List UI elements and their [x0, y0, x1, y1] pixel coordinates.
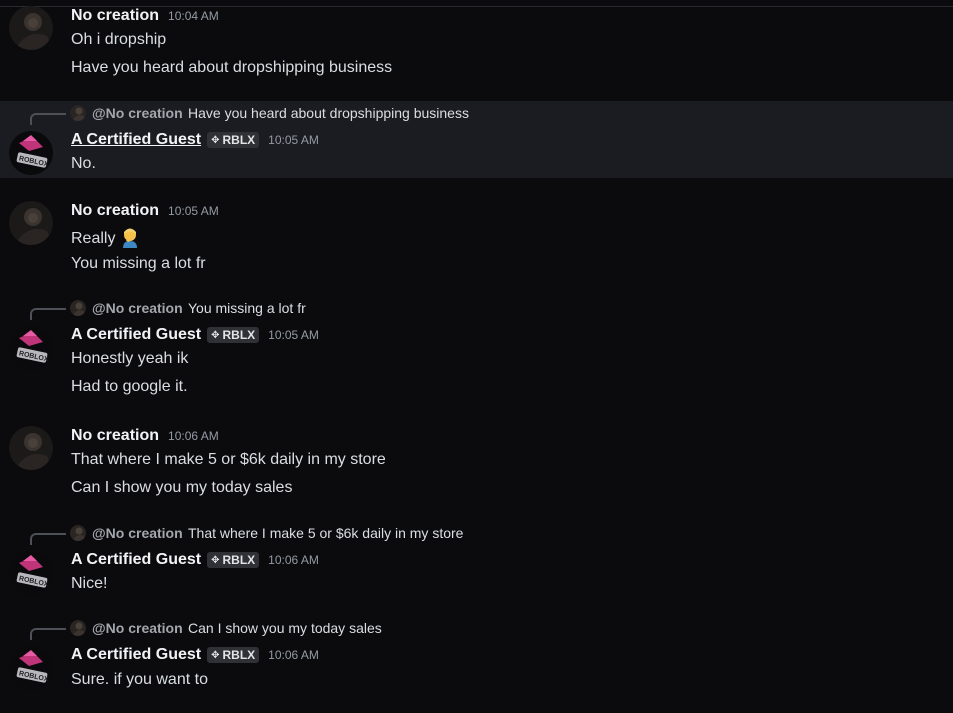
server-tag[interactable]: ✥ RBLX [207, 552, 260, 568]
message-0[interactable]: No creation 10:04 AM Oh i dropship Have … [0, 0, 953, 95]
sparkle-icon: ✥ [211, 329, 220, 341]
author-name[interactable]: A Certified Guest [71, 551, 201, 569]
reply-mention[interactable]: @No creation [92, 300, 183, 316]
sparkle-icon: ✥ [211, 649, 220, 661]
message-text: Nice! [71, 575, 108, 592]
timestamp: 10:05 AM [168, 204, 219, 218]
reply-mention[interactable]: @No creation [92, 620, 183, 636]
person-facepalming-emoji[interactable] [119, 226, 141, 248]
avatar-no-creation[interactable] [9, 6, 53, 50]
timestamp: 10:06 AM [168, 429, 219, 443]
timestamp: 10:05 AM [268, 328, 319, 342]
sparkle-icon: ✥ [211, 554, 220, 566]
reply-text[interactable]: Have you heard about dropshipping busine… [188, 105, 469, 121]
timestamp: 10:06 AM [268, 648, 319, 662]
message-6[interactable]: @No creation Can I show you my today sal… [0, 616, 953, 713]
server-tag[interactable]: ✥ RBLX [207, 132, 260, 148]
author-name[interactable]: No creation [71, 202, 159, 220]
author-name[interactable]: A Certified Guest [71, 326, 201, 344]
reply-mention[interactable]: @No creation [92, 525, 183, 541]
message-2[interactable]: No creation 10:05 AM Really You missing … [0, 195, 953, 280]
reply-text[interactable]: Can I show you my today sales [188, 620, 382, 636]
avatar-certified-guest[interactable]: ROBLOX [9, 326, 53, 370]
message-1[interactable]: @No creation Have you heard about dropsh… [0, 101, 953, 178]
avatar-no-creation[interactable] [9, 426, 53, 470]
author-name[interactable]: A Certified Guest [71, 131, 201, 149]
author-name[interactable]: A Certified Guest [71, 646, 201, 664]
avatar-certified-guest[interactable]: ROBLOX [9, 551, 53, 595]
reply-spine [30, 533, 66, 545]
message-text: That where I make 5 or $6k daily in my s… [71, 451, 386, 468]
timestamp: 10:05 AM [268, 133, 319, 147]
avatar-no-creation[interactable] [9, 201, 53, 245]
server-tag[interactable]: ✥ RBLX [207, 327, 260, 343]
reply-avatar [70, 105, 86, 121]
timestamp: 10:06 AM [268, 553, 319, 567]
reply-spine [30, 113, 66, 125]
sparkle-icon: ✥ [211, 134, 220, 146]
message-text: Really [71, 226, 141, 248]
message-text: Can I show you my today sales [71, 479, 293, 496]
message-5[interactable]: @No creation That where I make 5 or $6k … [0, 521, 953, 601]
server-tag[interactable]: ✥ RBLX [207, 647, 260, 663]
reply-avatar [70, 525, 86, 541]
reply-text[interactable]: That where I make 5 or $6k daily in my s… [188, 525, 463, 541]
message-text: Had to google it. [71, 378, 188, 395]
message-4[interactable]: No creation 10:06 AM That where I make 5… [0, 420, 953, 505]
reply-mention[interactable]: @No creation [92, 105, 183, 121]
reply-avatar [70, 300, 86, 316]
author-name[interactable]: No creation [71, 7, 159, 25]
avatar-certified-guest[interactable]: ROBLOX [9, 646, 53, 690]
reply-spine [30, 308, 66, 320]
message-3[interactable]: @No creation You missing a lot fr ROBLOX… [0, 296, 953, 398]
avatar-certified-guest[interactable]: ROBLOX [9, 131, 53, 175]
reply-text[interactable]: You missing a lot fr [188, 300, 306, 316]
message-text: Honestly yeah ik [71, 350, 189, 367]
message-text: Oh i dropship [71, 31, 167, 48]
message-text: No. [71, 155, 96, 172]
reply-avatar [70, 620, 86, 636]
message-text: Have you heard about dropshipping busine… [71, 59, 393, 76]
message-text: Sure. if you want to [71, 671, 208, 688]
message-text: You missing a lot fr [71, 255, 206, 272]
author-name[interactable]: No creation [71, 427, 159, 445]
reply-spine [30, 628, 66, 640]
timestamp: 10:04 AM [168, 9, 219, 23]
